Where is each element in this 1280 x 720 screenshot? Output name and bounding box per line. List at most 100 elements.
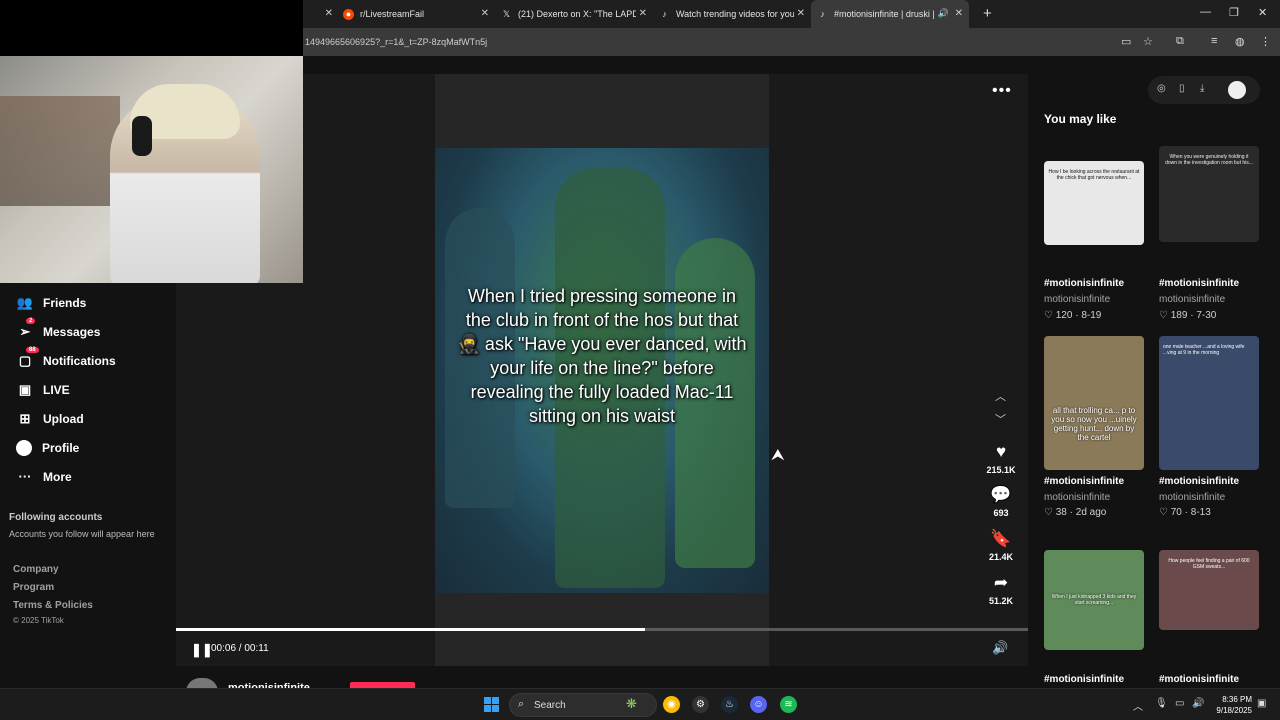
new-tab-button[interactable]: + bbox=[983, 5, 992, 22]
comment-icon: 💬 bbox=[990, 485, 1012, 504]
bookmark-icon: 🔖 bbox=[990, 529, 1012, 548]
chevron-up-icon[interactable]: ︿ bbox=[995, 388, 1006, 404]
steam-icon[interactable]: ♨ bbox=[721, 696, 738, 713]
network-icon[interactable]: ▭ bbox=[1175, 698, 1184, 709]
clock-time: 8:36 PM bbox=[1222, 695, 1252, 704]
window-close-icon[interactable]: ✕ bbox=[1258, 6, 1267, 19]
thumbnail-text: one male teacher ...and a loving wife ..… bbox=[1163, 344, 1245, 356]
x-icon: 𝕏 bbox=[502, 8, 511, 19]
video-thumbnail: When I just kidnapped 3 kids and they st… bbox=[1044, 550, 1144, 650]
taskbar-search-label: Search bbox=[534, 700, 566, 711]
cast-icon[interactable]: ▭ bbox=[1121, 35, 1131, 48]
spotify-icon[interactable]: ≋ bbox=[780, 696, 797, 713]
audio-playing-icon[interactable]: 🔊 bbox=[938, 8, 949, 19]
footer-link-program[interactable]: Program bbox=[13, 582, 54, 593]
close-tab-icon[interactable]: ✕ bbox=[325, 8, 333, 19]
nav-live[interactable]: ▣ LIVE bbox=[16, 382, 70, 398]
phone-icon[interactable]: ▯ bbox=[1179, 83, 1185, 94]
notification-bell-icon[interactable]: ▣ bbox=[1257, 698, 1266, 709]
page-tools: ◎ ▯ ⤓ bbox=[1148, 76, 1260, 104]
tab-title: Watch trending videos for you bbox=[676, 9, 794, 19]
url-field[interactable]: 14949665606925?_r=1&_t=ZP-8zqMafWTn5j bbox=[305, 37, 487, 47]
minimize-icon[interactable]: — bbox=[1200, 6, 1211, 18]
recommended-video-card[interactable]: all that trolling ca... p to you so now … bbox=[1044, 336, 1148, 526]
save-button[interactable]: 🔖 21.4K bbox=[976, 529, 1026, 562]
close-tab-icon[interactable]: ✕ bbox=[955, 8, 963, 19]
pause-button[interactable]: ❚❚ bbox=[191, 642, 213, 658]
user-avatar[interactable] bbox=[1228, 81, 1246, 99]
taskbar-search[interactable]: ⌕ Search ❋ bbox=[509, 693, 657, 717]
tab-title: #motionisinfinite | druski | bbox=[834, 9, 934, 19]
nav-label: Messages bbox=[43, 325, 101, 339]
comment-count: 693 bbox=[993, 508, 1009, 518]
profile-avatar-icon[interactable]: ◍ bbox=[1235, 35, 1245, 48]
tab-motionisinfinite[interactable]: ♪ #motionisinfinite | druski | 🔊 ✕ bbox=[811, 0, 969, 28]
video-progress-bar[interactable] bbox=[176, 628, 1028, 631]
nav-label: Notifications bbox=[43, 354, 116, 368]
recommended-video-card[interactable]: How I be looking across the restaurant a… bbox=[1044, 144, 1148, 321]
chevron-down-icon[interactable]: ﹀ bbox=[995, 411, 1006, 427]
taskbar-clock[interactable]: 8:36 PM 9/18/2025 bbox=[1210, 694, 1252, 716]
following-accounts-title: Following accounts bbox=[9, 512, 103, 523]
footer-link-company[interactable]: Company bbox=[13, 564, 59, 575]
download-icon[interactable]: ⤓ bbox=[1200, 83, 1204, 94]
chrome-icon[interactable]: ◉ bbox=[663, 696, 680, 713]
nav-label: More bbox=[43, 469, 72, 484]
volume-icon[interactable]: 🔊 bbox=[992, 640, 1008, 656]
comment-button[interactable]: 💬 693 bbox=[976, 485, 1026, 518]
video-thumbnail: How people feel finding a pair of 600 GS… bbox=[1159, 550, 1259, 630]
close-tab-icon[interactable]: ✕ bbox=[639, 8, 647, 19]
nav-friends[interactable]: 👥 Friends bbox=[16, 295, 86, 311]
speaker-icon[interactable]: 🔊 bbox=[1192, 698, 1204, 709]
recommended-video-card[interactable]: one male teacher ...and a loving wife ..… bbox=[1159, 336, 1263, 526]
tiktok-page: 👥 Friends ➢ 2 Messages ▢ 88 Notifications … bbox=[0, 56, 1280, 694]
screen: ✕ ● r/LivestreamFail ✕ 𝕏 (21) Dexerto on… bbox=[0, 0, 1280, 720]
bookmark-star-icon[interactable]: ☆ bbox=[1143, 35, 1153, 48]
nav-notifications[interactable]: ▢ 88 Notifications bbox=[16, 347, 116, 369]
nav-messages[interactable]: ➢ 2 Messages bbox=[16, 318, 101, 340]
extensions-icon[interactable]: ⧉ bbox=[1176, 35, 1184, 48]
clock-date: 9/18/2025 bbox=[1216, 706, 1252, 715]
card-hashtag: #motionisinfinite bbox=[1159, 674, 1239, 685]
tray-overflow-icon[interactable]: ︿ bbox=[1133, 698, 1143, 713]
microphone-icon[interactable]: 🎙 bbox=[1155, 698, 1168, 709]
recommended-video-card[interactable]: When you were genuinely holding it down … bbox=[1159, 144, 1263, 321]
video-player[interactable]: When I tried pressing someone in the clu… bbox=[176, 74, 1028, 666]
browser-menu-icon[interactable]: ⋮ bbox=[1260, 35, 1271, 48]
tab-trending[interactable]: ♪ Watch trending videos for you ✕ bbox=[653, 0, 811, 28]
close-tab-icon[interactable]: ✕ bbox=[481, 8, 489, 19]
close-tab-icon[interactable]: ✕ bbox=[797, 8, 805, 19]
friends-icon: 👥 bbox=[16, 295, 34, 310]
share-icon: ➦ bbox=[993, 573, 1009, 592]
app-icon[interactable]: ⚙ bbox=[692, 696, 709, 713]
recommended-video-card[interactable]: How people feel finding a pair of 600 GS… bbox=[1159, 550, 1263, 688]
tab-title: (21) Dexerto on X: "The LAPD h bbox=[518, 9, 636, 19]
share-button[interactable]: ➦ 51.2K bbox=[976, 573, 1026, 606]
compass-icon[interactable]: ◎ bbox=[1157, 83, 1166, 94]
footer-link-terms[interactable]: Terms & Policies bbox=[13, 600, 93, 611]
more-options-icon[interactable]: ••• bbox=[992, 82, 1012, 100]
live-icon: ▣ bbox=[18, 382, 32, 397]
nav-profile[interactable]: Profile bbox=[16, 440, 79, 456]
like-count: 215.1K bbox=[986, 465, 1016, 475]
windows-start-icon[interactable] bbox=[484, 697, 499, 712]
tab-livestreamfail[interactable]: ● r/LivestreamFail ✕ bbox=[337, 0, 495, 28]
tab-partial[interactable]: ✕ bbox=[303, 0, 337, 28]
video-time: 00:06 / 00:11 bbox=[211, 643, 269, 654]
mouse-cursor-icon: ⮝ bbox=[771, 447, 785, 464]
recommended-video-card[interactable]: When I just kidnapped 3 kids and they st… bbox=[1044, 550, 1148, 688]
like-button[interactable]: ♥ 215.1K bbox=[976, 442, 1026, 475]
discord-icon[interactable]: ☺ bbox=[750, 696, 767, 713]
card-stats: ♡ 189 · 7-30 bbox=[1159, 310, 1217, 321]
thumbnail-text: When I just kidnapped 3 kids and they st… bbox=[1051, 594, 1137, 606]
following-accounts-subtitle: Accounts you follow will appear here bbox=[9, 529, 155, 539]
recommendations-panel: ◎ ▯ ⤓ You may like How I be looking acro… bbox=[1028, 56, 1280, 688]
messages-badge: 2 bbox=[26, 318, 36, 324]
maximize-icon[interactable]: ❐ bbox=[1229, 6, 1239, 19]
more-icon: ··· bbox=[18, 469, 32, 484]
nav-more[interactable]: ··· More bbox=[16, 469, 72, 484]
nav-upload[interactable]: ⊞ Upload bbox=[16, 411, 84, 427]
tab-dexerto[interactable]: 𝕏 (21) Dexerto on X: "The LAPD h ✕ bbox=[495, 0, 653, 28]
reading-list-icon[interactable]: ≡ bbox=[1211, 35, 1217, 47]
card-username: motionisinfinite bbox=[1044, 492, 1111, 503]
